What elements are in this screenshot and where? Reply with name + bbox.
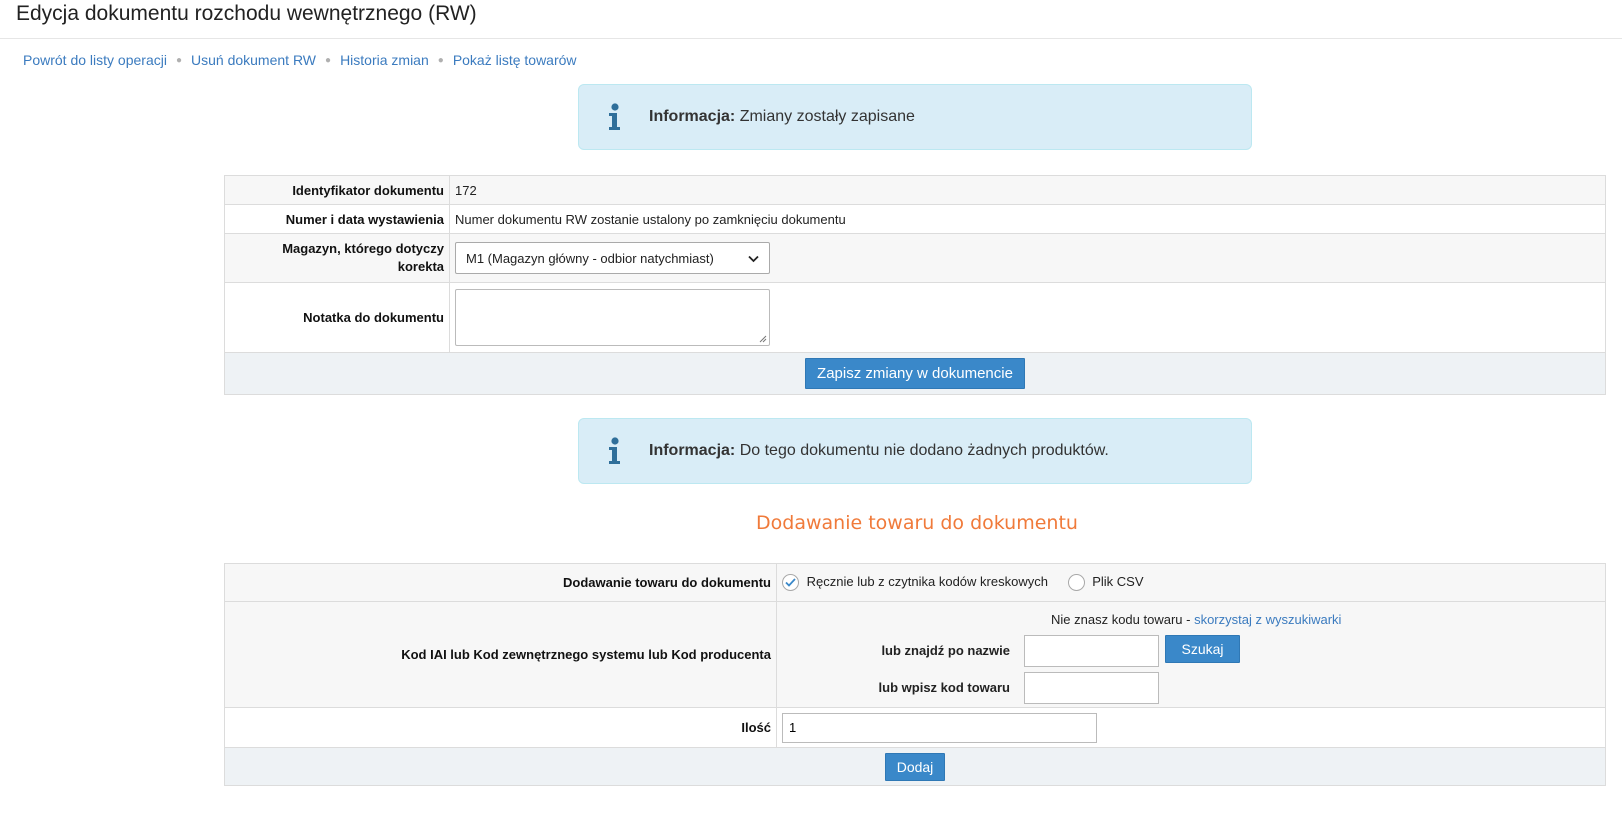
mode-manual-label[interactable]: Ręcznie lub z czytnika kodów kreskowych bbox=[807, 574, 1048, 589]
document-id-label: Identyfikator dokumentu bbox=[224, 175, 450, 205]
mode-csv-radio[interactable] bbox=[1067, 574, 1085, 592]
product-name-input[interactable] bbox=[1024, 635, 1159, 667]
info-prefix: Informacja: bbox=[649, 442, 736, 459]
back-to-operations-link[interactable]: Powrót do listy operacji bbox=[23, 52, 167, 68]
change-history-link[interactable]: Historia zmian bbox=[340, 52, 429, 68]
title-divider bbox=[0, 38, 1622, 39]
save-row: Zapisz zmiany w dokumencie bbox=[224, 352, 1606, 395]
save-document-button[interactable]: Zapisz zmiany w dokumencie bbox=[805, 358, 1025, 389]
quantity-input[interactable] bbox=[782, 712, 1097, 743]
add-product-button[interactable]: Dodaj bbox=[884, 752, 946, 781]
info-message: Do tego dokumentu nie dodano żadnych pro… bbox=[739, 442, 1109, 459]
add-mode-row: Dodawanie towaru do dokumentu Ręcznie lu… bbox=[224, 563, 1606, 602]
add-mode-label: Dodawanie towaru do dokumentu bbox=[224, 563, 777, 602]
action-links: Powrót do listy operacji ● Usuń dokument… bbox=[23, 52, 577, 68]
document-form: Identyfikator dokumentu 172 Numer i data… bbox=[224, 175, 1606, 395]
by-name-label: lub znajdź po nazwie bbox=[881, 643, 1010, 658]
add-product-section-title: Dodawanie towaru do dokumentu bbox=[756, 512, 1078, 534]
mode-manual-radio[interactable] bbox=[782, 574, 799, 592]
nav-separator: ● bbox=[325, 54, 332, 66]
product-code-label: Kod IAI lub Kod zewnętrznego systemu lub… bbox=[224, 601, 777, 708]
by-code-label: lub wpisz kod towaru bbox=[878, 680, 1010, 695]
document-id-value: 172 bbox=[449, 175, 1606, 205]
show-products-link[interactable]: Pokaż listę towarów bbox=[453, 52, 577, 68]
info-prefix: Informacja: bbox=[649, 108, 736, 125]
search-button[interactable]: Szukaj bbox=[1165, 635, 1240, 663]
warehouse-row: Magazyn, którego dotyczy korekta M1 (Mag… bbox=[224, 233, 1606, 283]
add-product-form: Dodawanie towaru do dokumentu Ręcznie lu… bbox=[224, 563, 1606, 786]
mode-csv-label[interactable]: Plik CSV bbox=[1092, 574, 1143, 589]
info-icon bbox=[595, 437, 635, 465]
product-code-row: Kod IAI lub Kod zewnętrznego systemu lub… bbox=[224, 601, 1606, 708]
quantity-row: Ilość bbox=[224, 707, 1606, 748]
search-engine-link[interactable]: skorzystaj z wyszukiwarki bbox=[1194, 612, 1341, 627]
chevron-down-icon bbox=[748, 251, 759, 266]
note-textarea[interactable] bbox=[455, 289, 770, 346]
document-id-row: Identyfikator dokumentu 172 bbox=[224, 175, 1606, 205]
resize-handle-icon[interactable] bbox=[758, 334, 767, 343]
info-message: Zmiany zostały zapisane bbox=[739, 108, 915, 125]
document-number-value: Numer dokumentu RW zostanie ustalony po … bbox=[449, 204, 1606, 234]
info-saved-alert: Informacja: Zmiany zostały zapisane bbox=[578, 84, 1252, 150]
note-label: Notatka do dokumentu bbox=[224, 282, 450, 353]
nav-separator: ● bbox=[437, 54, 444, 66]
info-icon bbox=[595, 103, 635, 131]
quantity-label: Ilość bbox=[224, 707, 777, 748]
info-no-products-alert: Informacja: Do tego dokumentu nie dodano… bbox=[578, 418, 1252, 484]
note-row: Notatka do dokumentu bbox=[224, 282, 1606, 353]
warehouse-label-line2: korekta bbox=[397, 259, 444, 274]
search-hint: Nie znasz kodu towaru - skorzystaj z wys… bbox=[1051, 612, 1342, 627]
check-icon bbox=[785, 578, 796, 587]
document-number-row: Numer i data wystawienia Numer dokumentu… bbox=[224, 204, 1606, 234]
product-code-input[interactable] bbox=[1024, 672, 1159, 704]
add-row: Dodaj bbox=[224, 747, 1606, 786]
warehouse-label-line1: Magazyn, którego dotyczy bbox=[282, 241, 444, 256]
delete-rw-link[interactable]: Usuń dokument RW bbox=[191, 52, 316, 68]
warehouse-select[interactable]: M1 (Magazyn główny - odbior natychmiast) bbox=[455, 242, 770, 274]
nav-separator: ● bbox=[175, 54, 182, 66]
page-title: Edycja dokumentu rozchodu wewnętrznego (… bbox=[16, 2, 477, 25]
document-number-label: Numer i data wystawienia bbox=[224, 204, 450, 234]
warehouse-selected-value: M1 (Magazyn główny - odbior natychmiast) bbox=[466, 250, 714, 266]
